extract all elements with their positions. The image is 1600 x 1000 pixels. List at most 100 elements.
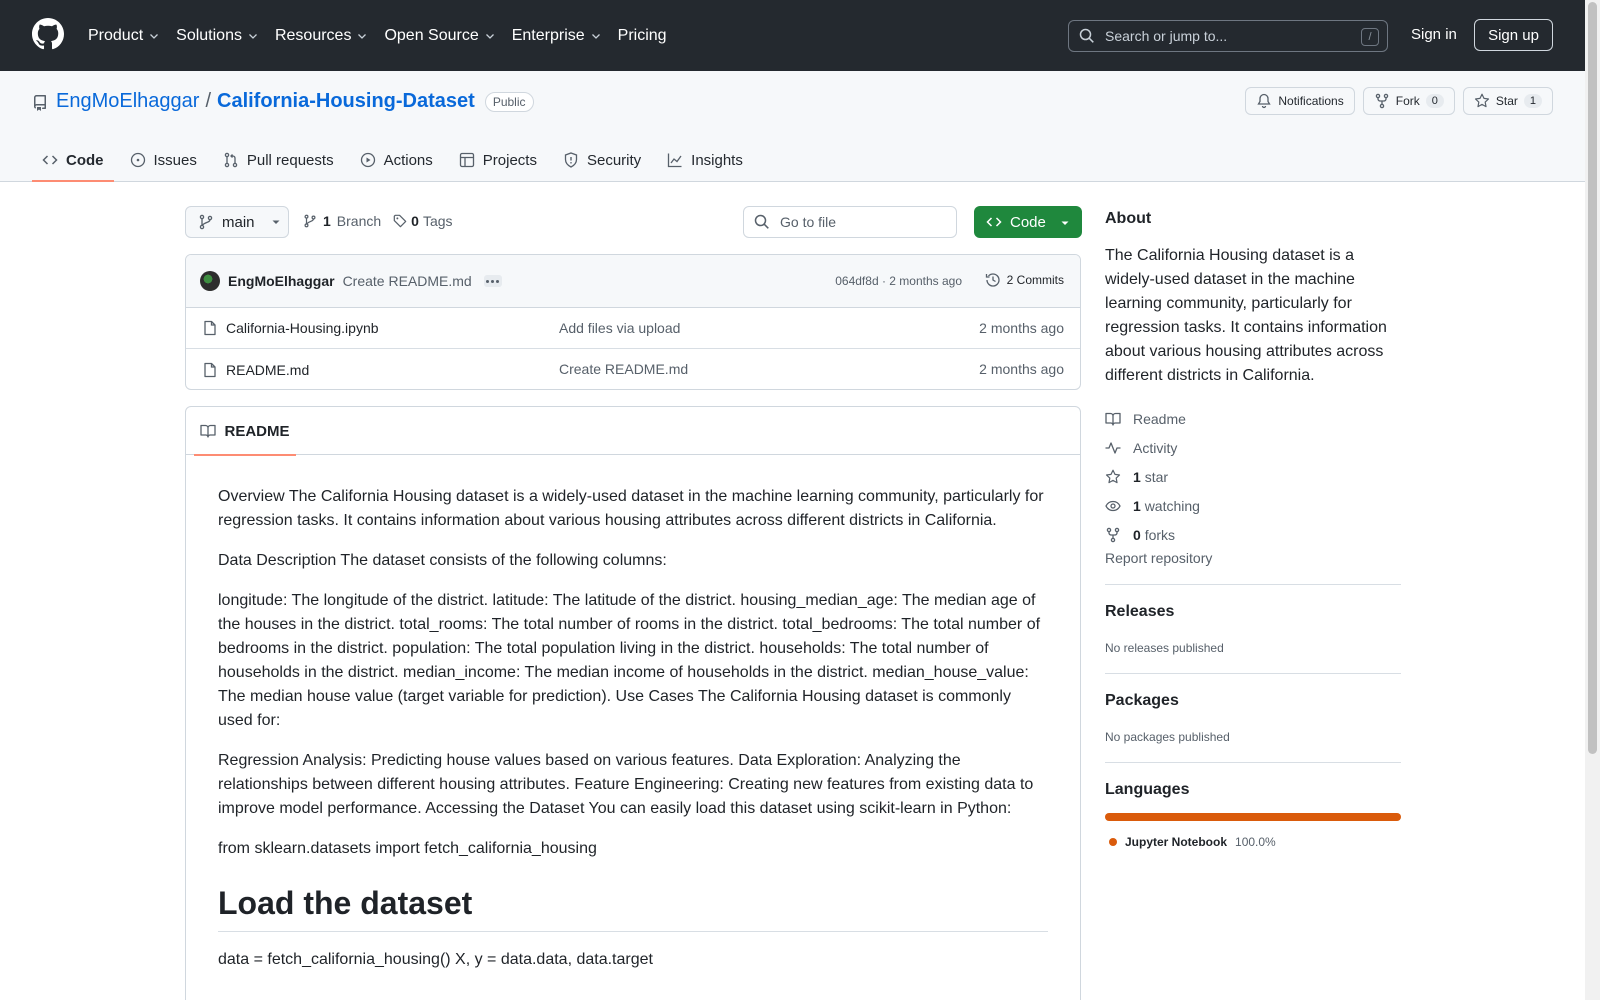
nav-pricing[interactable]: Pricing xyxy=(618,27,667,45)
pulse-icon xyxy=(1105,441,1121,454)
nav-open-source[interactable]: Open Source xyxy=(384,27,495,45)
watching-link[interactable]: 1 watching xyxy=(1105,491,1401,520)
page-scrollbar[interactable] xyxy=(1585,0,1600,1000)
branch-icon xyxy=(304,214,316,228)
forks-link[interactable]: 0 forks xyxy=(1105,520,1401,549)
repo-header: EngMoElhaggar / California-Housing-Datas… xyxy=(0,71,1585,182)
sign-up-button[interactable]: Sign up xyxy=(1474,19,1553,51)
star-icon xyxy=(1105,469,1121,483)
search-shortcut-hint: / xyxy=(1361,28,1379,46)
chevron-down-icon xyxy=(485,33,494,39)
branch-label: Branch xyxy=(336,213,382,229)
ellipsis-icon[interactable] xyxy=(483,275,502,287)
file-commit-message[interactable]: Create README.md xyxy=(559,361,688,377)
bell-icon xyxy=(1257,93,1272,109)
readme-heading: Load the dataset xyxy=(218,883,1048,932)
tab-pull-requests[interactable]: Pull requests xyxy=(213,139,344,181)
file-row[interactable]: README.md Create README.md 2 months ago xyxy=(186,349,1080,389)
file-name-link[interactable]: California-Housing.ipynb xyxy=(226,320,379,336)
global-nav: Product Solutions Resources Open Source … xyxy=(88,0,683,71)
file-name-link[interactable]: README.md xyxy=(226,362,309,378)
nav-label: Enterprise xyxy=(511,26,585,44)
repo-name-link[interactable]: California-Housing-Dataset xyxy=(217,90,475,113)
watching-count: 1 xyxy=(1133,497,1141,514)
language-name: Jupyter Notebook xyxy=(1125,835,1228,849)
tab-insights[interactable]: Insights xyxy=(657,139,753,181)
chevron-down-icon xyxy=(591,33,600,39)
nav-label: Pricing xyxy=(617,26,667,44)
readme-header: README xyxy=(186,407,1080,456)
book-icon xyxy=(200,424,217,438)
visibility-badge: Public xyxy=(484,91,534,112)
tab-issues[interactable]: Issues xyxy=(120,139,207,181)
about-description: The California Housing dataset is a wide… xyxy=(1105,247,1387,384)
nav-solutions[interactable]: Solutions xyxy=(176,27,259,45)
file-commit-message[interactable]: Add files via upload xyxy=(559,320,680,336)
commits-link[interactable]: 2 Commits xyxy=(985,272,1064,288)
nav-enterprise[interactable]: Enterprise xyxy=(512,27,602,45)
branch-tag-meta: 1 Branch 0 Tags xyxy=(303,213,453,229)
fork-icon xyxy=(1375,93,1388,109)
tab-code[interactable]: Code xyxy=(32,139,114,182)
notifications-button[interactable]: Notifications xyxy=(1245,87,1355,115)
search-icon xyxy=(754,214,769,229)
branches-link[interactable]: 1 Branch xyxy=(303,213,381,229)
releases-title[interactable]: Releases xyxy=(1105,603,1401,621)
repo-sidebar: About The California Housing dataset is … xyxy=(1105,210,1401,849)
fork-icon xyxy=(1106,527,1120,542)
table-icon xyxy=(459,152,474,168)
repo-separator: / xyxy=(205,90,211,112)
activity-link[interactable]: Activity xyxy=(1105,433,1401,462)
commit-message-link[interactable]: Create README.md xyxy=(343,273,472,289)
file-date: 2 months ago xyxy=(979,361,1064,377)
readme-paragraph: Data Description The dataset consists of… xyxy=(218,552,667,569)
language-color-dot xyxy=(1109,838,1117,846)
search-placeholder: Search or jump to... xyxy=(1105,28,1228,44)
file-toolbar: main 1 Branch 0 Tags Go to file Code xyxy=(185,206,1082,238)
go-to-file-input[interactable]: Go to file xyxy=(743,206,957,238)
nav-product[interactable]: Product xyxy=(88,27,160,45)
search-input[interactable]: Search or jump to... / xyxy=(1068,20,1388,52)
tag-icon xyxy=(393,214,407,228)
packages-title[interactable]: Packages xyxy=(1105,692,1401,710)
history-icon xyxy=(985,273,1000,287)
stars-link[interactable]: 1 star xyxy=(1105,462,1401,491)
eye-icon xyxy=(1105,500,1121,511)
tab-projects[interactable]: Projects xyxy=(449,139,547,181)
activity-link-label: Activity xyxy=(1133,439,1178,456)
file-row[interactable]: California-Housing.ipynb Add files via u… xyxy=(186,308,1080,349)
readme-tab[interactable]: README xyxy=(194,407,296,456)
tab-label: Insights xyxy=(691,151,743,169)
star-button[interactable]: Star 1 xyxy=(1462,87,1553,115)
commit-author-link[interactable]: EngMoElhaggar xyxy=(228,273,335,289)
releases-empty-text: No releases published xyxy=(1105,641,1224,655)
readme-link-label: Readme xyxy=(1133,410,1186,427)
nav-resources[interactable]: Resources xyxy=(275,27,368,45)
star-icon xyxy=(1474,93,1489,108)
scrollbar-thumb[interactable] xyxy=(1588,2,1597,754)
forks-label: forks xyxy=(1144,526,1176,543)
about-title: About xyxy=(1105,210,1152,227)
branch-selector[interactable]: main xyxy=(185,206,289,238)
commit-hash-time[interactable]: 064df8d · 2 months ago xyxy=(835,274,962,288)
code-button-label: Code xyxy=(1010,213,1046,231)
tab-actions[interactable]: Actions xyxy=(350,139,443,181)
readme-tab-label: README xyxy=(224,422,290,440)
repo-owner-link[interactable]: EngMoElhaggar xyxy=(56,90,199,113)
chevron-down-icon xyxy=(150,33,159,39)
code-icon xyxy=(986,217,1002,227)
shield-icon xyxy=(564,152,578,168)
code-dropdown-button[interactable]: Code xyxy=(974,206,1082,238)
packages-section: Packages No packages published xyxy=(1105,674,1401,763)
caret-down-icon xyxy=(272,220,280,224)
tags-link[interactable]: 0 Tags xyxy=(393,213,453,229)
avatar[interactable] xyxy=(200,271,220,291)
language-item[interactable]: Jupyter Notebook 100.0% xyxy=(1105,835,1401,849)
github-logo-icon[interactable] xyxy=(32,18,64,50)
readme-link[interactable]: Readme xyxy=(1105,404,1401,433)
sign-in-link[interactable]: Sign in xyxy=(1411,26,1457,43)
report-repository-link[interactable]: Report repository xyxy=(1105,550,1401,585)
tab-security[interactable]: Security xyxy=(553,139,651,181)
nav-label: Product xyxy=(88,26,144,44)
fork-button[interactable]: Fork 0 xyxy=(1362,87,1455,115)
